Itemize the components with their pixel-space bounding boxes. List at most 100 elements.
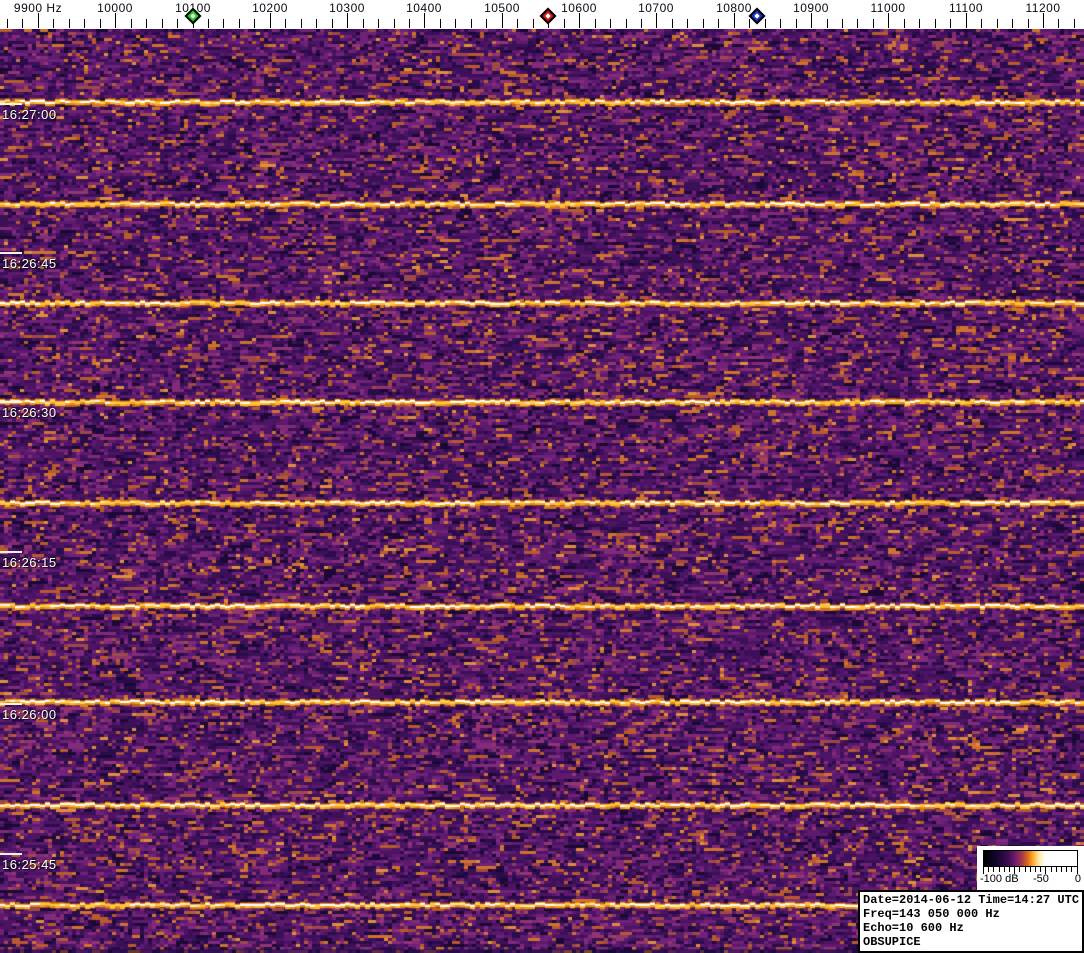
freq-label: 10300 xyxy=(329,1,365,15)
colorbar-tick xyxy=(999,867,1000,872)
minor-tick xyxy=(486,19,487,28)
minor-tick xyxy=(950,19,951,28)
minor-tick xyxy=(1012,19,1013,28)
freq-label: 10500 xyxy=(484,1,520,15)
colorbar-tick xyxy=(1025,867,1026,872)
major-tick xyxy=(1043,13,1044,28)
info-echo: Echo=10 600 Hz xyxy=(863,921,964,935)
minor-tick xyxy=(208,19,209,28)
colorbar-tick xyxy=(1040,867,1041,872)
green-marker-dot xyxy=(190,13,196,19)
minor-tick xyxy=(53,19,54,28)
minor-tick xyxy=(332,19,333,28)
major-tick xyxy=(38,13,39,28)
major-tick xyxy=(734,13,735,28)
freq-label: 10900 xyxy=(793,1,829,15)
minor-tick xyxy=(749,19,750,28)
freq-label: 10800 xyxy=(716,1,752,15)
minor-tick xyxy=(1074,19,1075,28)
time-tick-dash xyxy=(0,401,22,403)
freq-label: 11200 xyxy=(1025,1,1061,15)
minor-tick xyxy=(595,19,596,28)
minor-tick xyxy=(873,19,874,28)
minor-tick xyxy=(131,19,132,28)
colorbar-tick xyxy=(1051,867,1052,872)
minor-tick xyxy=(7,19,8,28)
time-label-1: 16:26:45 xyxy=(2,256,57,271)
freq-label: 9900 Hz xyxy=(13,1,63,15)
major-tick xyxy=(347,13,348,28)
time-label-5: 16:25:45 xyxy=(2,857,57,872)
minor-tick xyxy=(100,19,101,28)
minor-tick xyxy=(641,19,642,28)
minor-tick xyxy=(223,19,224,28)
minor-tick xyxy=(177,19,178,28)
freq-label: 10400 xyxy=(406,1,442,15)
minor-tick xyxy=(981,19,982,28)
minor-tick xyxy=(69,19,70,28)
minor-tick xyxy=(857,19,858,28)
minor-tick xyxy=(517,19,518,28)
major-tick xyxy=(270,13,271,28)
red-marker-dot xyxy=(545,13,551,19)
time-label-0: 16:27:00 xyxy=(2,107,57,122)
minor-tick xyxy=(626,19,627,28)
colorbar-gradient xyxy=(983,850,1078,867)
minor-tick xyxy=(796,19,797,28)
colorbar-tick xyxy=(1019,867,1020,872)
major-tick xyxy=(656,13,657,28)
colorbar-tick xyxy=(1061,867,1062,872)
colorbar-tick xyxy=(1071,867,1072,872)
major-tick xyxy=(502,13,503,28)
minor-tick xyxy=(146,19,147,28)
info-frequency: Freq=143 050 000 Hz xyxy=(863,907,1000,921)
minor-tick xyxy=(997,19,998,28)
minor-tick xyxy=(84,19,85,28)
freq-label: 10600 xyxy=(561,1,597,15)
colorbar-panel: -100 dB -50 0 xyxy=(977,846,1084,890)
major-tick xyxy=(115,13,116,28)
frequency-ruler[interactable]: 9900 Hz100001010010200103001040010500106… xyxy=(0,0,1084,29)
colorbar-tick xyxy=(1066,867,1067,872)
minor-tick xyxy=(718,19,719,28)
minor-tick xyxy=(363,19,364,28)
major-tick xyxy=(888,13,889,28)
time-tick-dash xyxy=(0,551,22,553)
minor-tick xyxy=(842,19,843,28)
freq-label: 10700 xyxy=(638,1,674,15)
time-tick-dash xyxy=(0,252,22,254)
minor-tick xyxy=(301,19,302,28)
major-tick xyxy=(424,13,425,28)
minor-tick xyxy=(672,19,673,28)
minor-tick xyxy=(765,19,766,28)
colorbar-mid-label: -50 xyxy=(1033,873,1049,885)
minor-tick xyxy=(239,19,240,28)
major-tick xyxy=(966,13,967,28)
minor-tick xyxy=(687,19,688,28)
minor-tick xyxy=(409,19,410,28)
colorbar-tick xyxy=(1009,867,1010,872)
major-tick xyxy=(579,13,580,28)
major-tick xyxy=(811,13,812,28)
colorbar-tick xyxy=(1004,867,1005,872)
freq-label: 11000 xyxy=(870,1,906,15)
minor-tick xyxy=(1058,19,1059,28)
minor-tick xyxy=(904,19,905,28)
minor-tick xyxy=(394,19,395,28)
colorbar-tick xyxy=(1056,867,1057,872)
spectrogram-canvas xyxy=(0,29,1084,953)
minor-tick xyxy=(254,19,255,28)
minor-tick xyxy=(533,19,534,28)
info-box: Date=2014-06-12 Time=14:27 UTC Freq=143 … xyxy=(858,890,1084,953)
waterfall-display: 9900 Hz100001010010200103001040010500106… xyxy=(0,0,1084,953)
red-marker-diamond[interactable] xyxy=(539,7,557,25)
colorbar-min-label: -100 dB xyxy=(980,873,1019,885)
info-date-time: Date=2014-06-12 Time=14:27 UTC xyxy=(863,893,1080,907)
minor-tick xyxy=(455,19,456,28)
minor-tick xyxy=(919,19,920,28)
minor-tick xyxy=(440,19,441,28)
minor-tick xyxy=(610,19,611,28)
colorbar-tick xyxy=(1035,867,1036,872)
freq-label: 10200 xyxy=(252,1,288,15)
colorbar-tick xyxy=(993,867,994,872)
